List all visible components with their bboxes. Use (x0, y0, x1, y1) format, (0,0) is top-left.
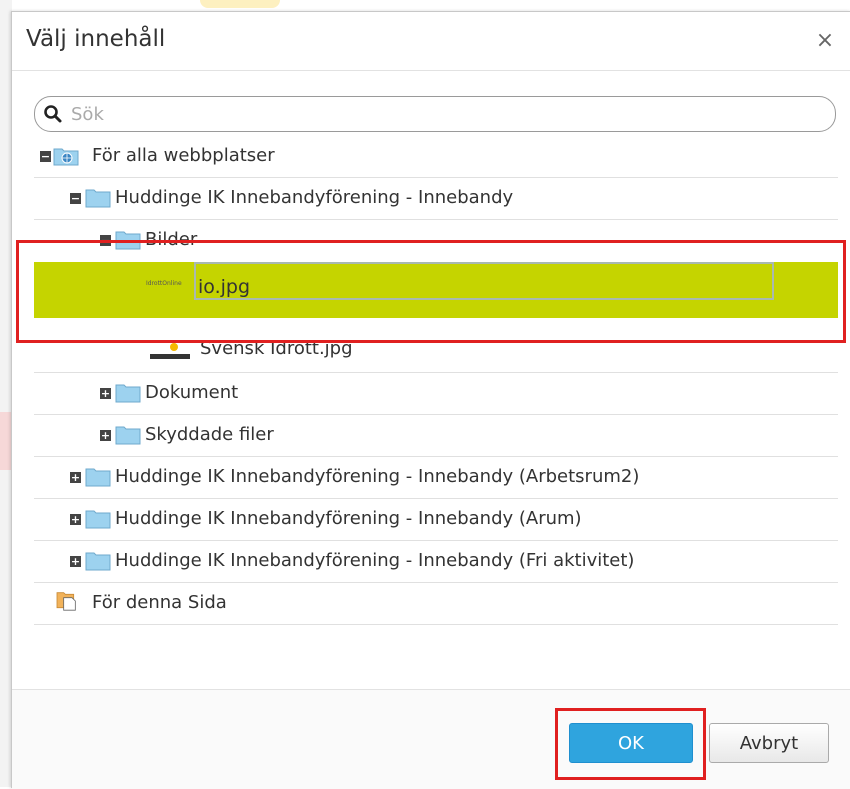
rename-input[interactable] (194, 262, 774, 300)
tree-node-label: Dokument (145, 382, 239, 403)
tree-node-label: Svensk Idrott.jpg (200, 338, 353, 359)
search-box (34, 96, 836, 132)
close-icon[interactable]: × (813, 26, 837, 56)
dialog-title: Välj innehåll (26, 26, 166, 52)
image-thumbnail-icon (150, 343, 190, 359)
collapse-toggle[interactable]: − (100, 235, 111, 246)
folder-icon (85, 552, 111, 571)
search-icon (44, 105, 62, 123)
dialog-footer: OK Avbryt (12, 689, 850, 789)
tree-node-site-fri-aktivitet[interactable]: + Huddinge IK Innebandyförening - Inneba… (34, 541, 838, 583)
globe-folder-icon (53, 148, 79, 166)
select-content-dialog: Välj innehåll × − För alla webbplatser −… (11, 11, 850, 789)
tree-node-label: Huddinge IK Innebandyförening - Inneband… (115, 187, 514, 208)
collapse-toggle[interactable]: − (40, 151, 51, 162)
cancel-button[interactable]: Avbryt (709, 723, 829, 763)
folder-icon (85, 468, 111, 487)
tree-node-skyddade-filer[interactable]: + Skyddade filer (34, 415, 838, 457)
tree-node-this-page[interactable]: För denna Sida (34, 583, 838, 625)
tree-node-label: För alla webbplatser (92, 145, 275, 166)
tree-node-all-sites[interactable]: − För alla webbplatser (34, 136, 838, 178)
ok-button[interactable]: OK (569, 723, 693, 763)
file-thumbnail: IdrottOnline (146, 280, 182, 287)
expand-toggle[interactable]: + (70, 472, 81, 483)
tree-node-label: Huddinge IK Innebandyförening - Inneband… (115, 550, 635, 571)
tree-node-label: Bilder (145, 229, 198, 250)
tree-node-file[interactable]: Svensk Idrott.jpg (34, 330, 838, 373)
tree-node-label: Huddinge IK Innebandyförening - Inneband… (115, 508, 582, 529)
tree-node-file-selected[interactable]: IdrottOnline (34, 262, 838, 318)
folder-icon (85, 189, 111, 208)
background-page-fragment-top (200, 0, 280, 8)
expand-toggle[interactable]: + (100, 430, 111, 441)
folder-icon (85, 510, 111, 529)
tree-node-label: Skyddade filer (145, 424, 274, 445)
tree-node-site-arum[interactable]: + Huddinge IK Innebandyförening - Inneba… (34, 499, 838, 541)
tree-node-bilder[interactable]: − Bilder (34, 220, 838, 261)
expand-toggle[interactable]: + (70, 556, 81, 567)
tree-node-label: Huddinge IK Innebandyförening - Inneband… (115, 466, 640, 487)
collapse-toggle[interactable]: − (70, 193, 81, 204)
expand-toggle[interactable]: + (70, 514, 81, 525)
tree-node-label: För denna Sida (92, 592, 227, 613)
page-folder-icon (56, 592, 76, 611)
expand-toggle[interactable]: + (100, 388, 111, 399)
folder-icon (115, 426, 141, 445)
dialog-header: Välj innehåll × (12, 12, 850, 71)
folder-icon (115, 231, 141, 250)
tree-node-site[interactable]: − Huddinge IK Innebandyförening - Inneba… (34, 178, 838, 220)
tree-node-dokument[interactable]: + Dokument (34, 373, 838, 415)
search-input[interactable] (69, 100, 813, 128)
folder-icon (115, 384, 141, 403)
tree-node-site-arbetsrum2[interactable]: + Huddinge IK Innebandyförening - Inneba… (34, 457, 838, 499)
